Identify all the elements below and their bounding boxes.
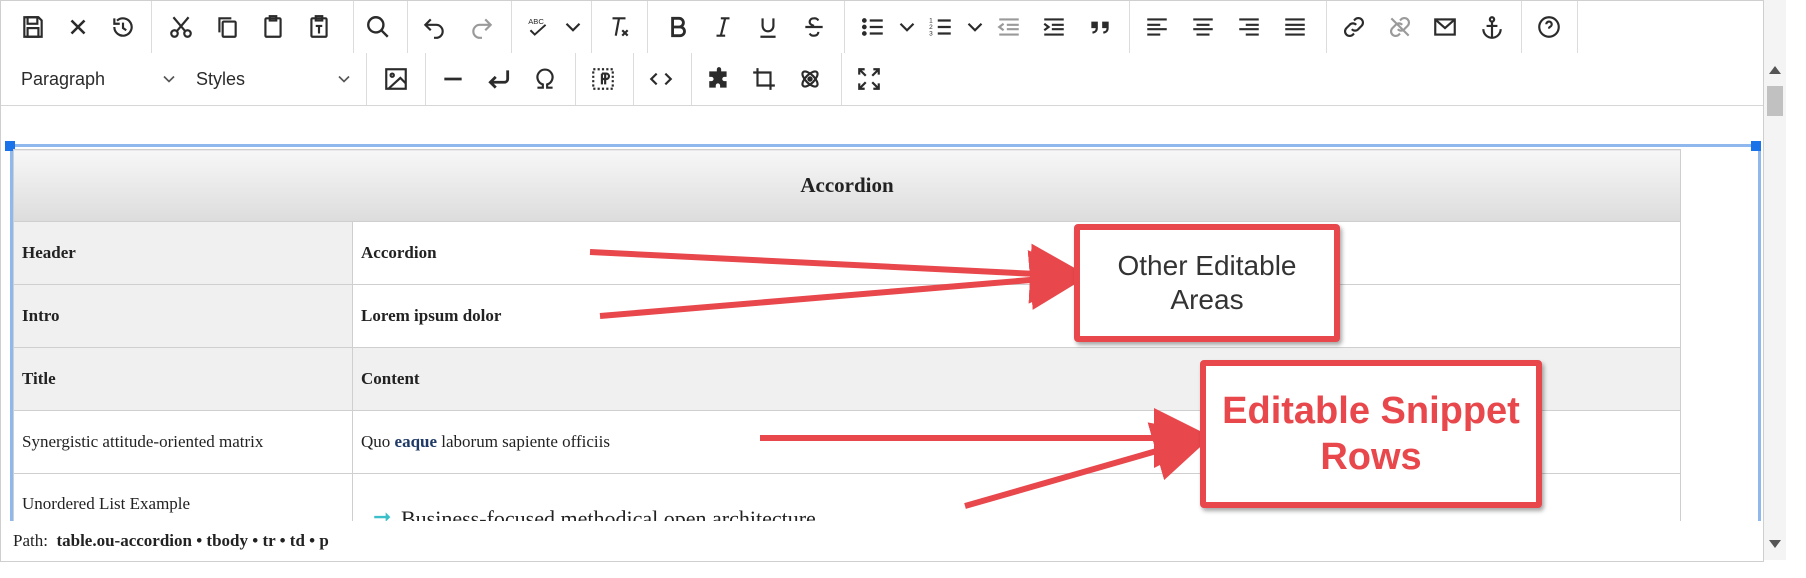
chevron-down-icon [334,69,354,89]
status-bar: Path: table.ou-accordion • tbody • tr • … [1,521,1763,561]
restore-icon[interactable] [105,9,141,45]
email-icon[interactable] [1427,9,1463,45]
table-title[interactable]: Accordion [13,149,1681,222]
align-right-icon[interactable] [1231,9,1267,45]
list-item-text: Business-focused methodical open archite… [401,506,816,521]
snippet-icon[interactable] [792,61,828,97]
plugin-icon[interactable] [701,61,737,97]
resize-handle-tr[interactable] [1751,141,1761,151]
callout-editable-snippets: Editable Snippet Rows [1200,360,1542,508]
column-header-title: Title [13,347,353,411]
help-icon[interactable] [1531,9,1567,45]
header-value-cell[interactable]: Accordion [352,221,1681,285]
row-label: Header [13,221,353,285]
scroll-down-icon[interactable] [1769,540,1781,548]
line-break-icon[interactable] [481,61,517,97]
styles-select[interactable]: Styles [196,62,354,96]
align-center-icon[interactable] [1185,9,1221,45]
vertical-scrollbar[interactable] [1764,0,1786,560]
scroll-up-icon[interactable] [1769,66,1781,74]
chevron-down-icon[interactable] [893,9,921,45]
show-blocks-icon[interactable] [585,61,621,97]
chevron-down-icon[interactable] [559,9,587,45]
toolbar-row-1: ABC 123 [1,1,1763,54]
snippet-content-emphasis: eaque [394,432,438,451]
spellcheck-icon[interactable]: ABC [520,9,556,45]
cut-icon[interactable] [163,9,199,45]
snippet-title-cell[interactable]: Unordered List Example [13,473,353,521]
indent-icon[interactable] [1036,9,1072,45]
justify-icon[interactable] [1277,9,1313,45]
table-row: Header Accordion [13,221,1681,285]
path-label: Path: [13,531,48,550]
format-select[interactable]: Paragraph [21,62,179,96]
bold-icon[interactable] [660,9,696,45]
clear-format-icon[interactable] [601,9,637,45]
horizontal-rule-icon[interactable] [435,61,471,97]
svg-text:ABC: ABC [528,17,544,26]
bullet-arrow-icon: ➞ [373,504,392,521]
close-icon[interactable] [60,9,96,45]
bullet-list-icon[interactable] [855,9,891,45]
search-icon[interactable] [360,9,396,45]
snippet-content-text: laborum sapiente officiis [437,432,610,451]
save-icon[interactable] [15,9,51,45]
copy-icon[interactable] [209,9,245,45]
fullscreen-icon[interactable] [851,61,887,97]
scroll-thumb[interactable] [1767,86,1783,116]
row-label: Intro [13,284,353,348]
snippet-title-cell[interactable]: Synergistic attitude-oriented matrix [13,410,353,474]
paste-icon[interactable] [255,9,291,45]
align-left-icon[interactable] [1139,9,1175,45]
blockquote-icon[interactable] [1082,9,1118,45]
snippet-content-text: Quo [361,432,395,451]
styles-select-value: Styles [196,68,246,89]
strikethrough-icon[interactable] [796,9,832,45]
numbered-list-icon[interactable]: 123 [923,9,959,45]
source-code-icon[interactable] [643,61,679,97]
undo-icon[interactable] [416,9,452,45]
intro-value-cell[interactable]: Lorem ipsum dolor [352,284,1681,348]
format-select-value: Paragraph [21,68,106,89]
crop-icon[interactable] [746,61,782,97]
unlink-icon[interactable] [1382,9,1418,45]
callout-other-editable: Other Editable Areas [1074,224,1340,342]
callout-other-text: Other Editable Areas [1117,250,1297,315]
list-item: ➞ Business-focused methodical open archit… [361,504,1672,521]
image-icon[interactable] [378,61,414,97]
toolbar-row-2: Paragraph Styles [1,53,1763,106]
paste-text-icon[interactable] [301,9,337,45]
chevron-down-icon [159,69,179,89]
outdent-icon[interactable] [991,9,1027,45]
chevron-down-icon[interactable] [961,9,989,45]
italic-icon[interactable] [705,9,741,45]
special-char-icon[interactable] [527,61,563,97]
underline-icon[interactable] [750,9,786,45]
path-value[interactable]: table.ou-accordion • tbody • tr • td • p [56,531,328,550]
redo-icon[interactable] [464,9,500,45]
anchor-icon[interactable] [1474,9,1510,45]
link-icon[interactable] [1336,9,1372,45]
callout-snippet-text: Editable Snippet Rows [1222,390,1520,478]
element-path: Path: table.ou-accordion • tbody • tr • … [13,531,329,551]
svg-text:3: 3 [929,31,933,38]
table-row: Intro Lorem ipsum dolor [13,284,1681,348]
